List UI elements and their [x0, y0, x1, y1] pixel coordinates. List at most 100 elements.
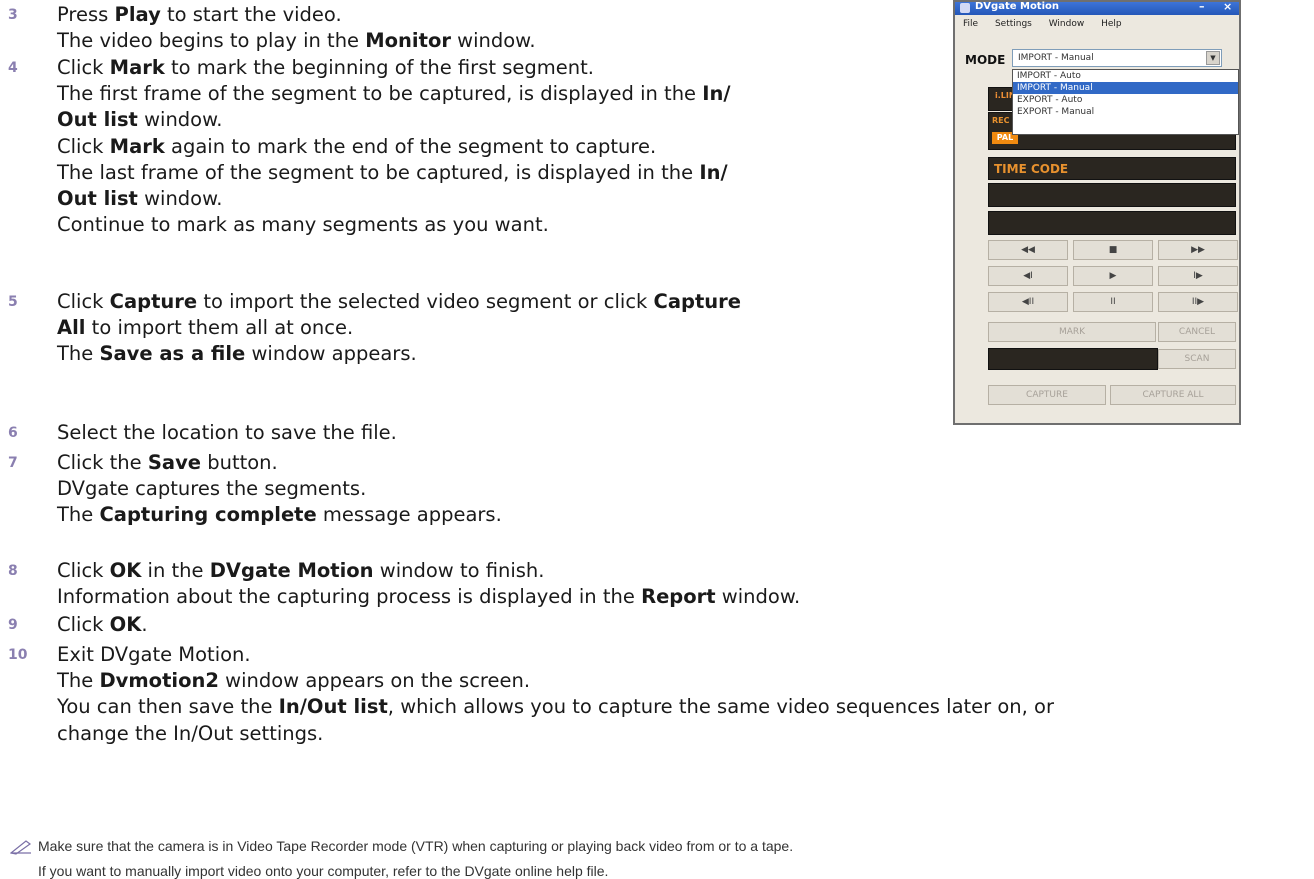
step-line: Select the location to save the file. [57, 420, 397, 446]
step-line: The Dvmotion2 window appears on the scre… [57, 668, 1054, 694]
prev-frame-icon[interactable]: ◀I [988, 266, 1068, 286]
step-line: Press Play to start the video. [57, 2, 536, 28]
step-text-run: Click [57, 134, 110, 158]
menubar: File Settings Window Help [963, 19, 1136, 29]
step-line: Out list window. [57, 107, 731, 133]
step-line: The Save as a file window appears. [57, 341, 741, 367]
ui-term: Dvmotion2 [99, 669, 219, 693]
step-text-run: The [57, 503, 100, 527]
step-text-run: to import them all at once. [85, 316, 354, 340]
step-number: 9 [8, 617, 18, 633]
step-text: Select the location to save the file. [57, 420, 397, 446]
ui-term: Capture [653, 290, 742, 313]
ui-term: All [57, 316, 86, 340]
scan-display [988, 348, 1158, 370]
step-text: Exit DVgate Motion. The Dvmotion2 window … [57, 642, 1054, 747]
step-text-run: DVgate captures the segments. [57, 477, 367, 501]
step-text-run: window. [715, 585, 801, 609]
timecode-label: TIME CODE [994, 162, 1069, 176]
step-text-run: Continue to mark as many segments as you… [57, 213, 549, 237]
slow-reverse-icon[interactable]: ◀II [988, 292, 1068, 312]
step-text-run: to start the video. [160, 3, 342, 26]
step-text-run: Information about the capturing process … [57, 585, 642, 609]
step-line: Click the Save button. [57, 450, 502, 476]
ui-term: Report [641, 585, 716, 609]
step-line: The last frame of the segment to be capt… [57, 160, 731, 186]
mark-button[interactable]: MARK [988, 322, 1156, 342]
step-text-run: Click [57, 613, 110, 636]
step-text: Click Mark to mark the beginning of the … [57, 55, 731, 238]
ui-term: Capture [109, 290, 198, 313]
ui-term: In/Out list [278, 695, 388, 719]
ui-term: Save [147, 451, 202, 474]
capture-all-button[interactable]: CAPTURE ALL [1110, 385, 1236, 405]
mode-select[interactable]: IMPORT - Manual ▼ [1012, 49, 1222, 67]
step-text-run: , which allows you to capture the same v… [387, 695, 1055, 719]
rewind-icon[interactable]: ◀◀ [988, 240, 1068, 260]
mode-option[interactable]: EXPORT - Manual [1013, 106, 1238, 118]
step-text-run: Click [57, 56, 110, 79]
pause-icon[interactable]: II [1073, 292, 1153, 312]
step-line: Exit DVgate Motion. [57, 642, 1054, 668]
step-line: You can then save the In/Out list, which… [57, 694, 1054, 720]
display-panel-1 [988, 183, 1236, 207]
step-text-run: window appears. [245, 342, 417, 366]
step-text-run: to import the selected video segment or … [197, 290, 654, 313]
note-pencil-icon [10, 840, 32, 855]
mode-option[interactable]: IMPORT - Auto [1013, 70, 1238, 82]
mode-option[interactable]: IMPORT - Manual [1013, 82, 1238, 94]
step-text-run: The last frame of the segment to be capt… [57, 160, 700, 184]
step-text: Click the Save button. DVgate captures th… [57, 450, 502, 529]
capture-button[interactable]: CAPTURE [988, 385, 1106, 405]
step-text-run: window. [450, 29, 536, 53]
ui-term: DVgate Motion [209, 559, 374, 582]
ui-term: Mark [109, 134, 165, 158]
step-text-run: window appears on the screen. [218, 669, 531, 693]
step-line: The Capturing complete message appears. [57, 502, 502, 528]
fast-forward-icon[interactable]: ▶▶ [1158, 240, 1238, 260]
step-text-run: change the In/Out settings. [57, 721, 324, 745]
ui-term: In/ [699, 160, 728, 184]
step-line: Click OK in the DVgate Motion window to … [57, 558, 800, 584]
menu-settings[interactable]: Settings [995, 19, 1032, 29]
step-text-run: message appears. [316, 503, 502, 527]
step-text-run: Select the location to save the file. [57, 421, 397, 444]
mode-option[interactable]: EXPORT - Auto [1013, 94, 1238, 106]
step-line: DVgate captures the segments. [57, 476, 502, 502]
step-text: Click Capture to import the selected vid… [57, 289, 741, 368]
chevron-down-icon[interactable]: ▼ [1206, 51, 1220, 65]
minimize-icon[interactable]: – [1199, 0, 1205, 13]
step-text-run: window to finish. [373, 559, 545, 582]
display-panel-2 [988, 211, 1236, 235]
ui-term: Out list [57, 187, 138, 211]
step-text: Click OK in the DVgate Motion window to … [57, 558, 800, 610]
stop-icon[interactable]: ■ [1073, 240, 1153, 260]
close-icon[interactable]: × [1223, 0, 1232, 13]
step-number: 5 [8, 294, 18, 310]
step-text-run: The video begins to play in the [57, 29, 366, 53]
window-titlebar: DVgate Motion – × [955, 0, 1239, 15]
window-title: DVgate Motion [975, 1, 1060, 12]
step-text-run: You can then save the [57, 695, 279, 719]
cancel-button[interactable]: CANCEL [1158, 322, 1236, 342]
step-number: 4 [8, 60, 18, 76]
step-line: Out list window. [57, 186, 731, 212]
step-text-run: window. [137, 187, 223, 211]
step-number: 6 [8, 425, 18, 441]
menu-window[interactable]: Window [1049, 19, 1085, 29]
step-text-run: Click [57, 290, 110, 313]
timecode-display: TIME CODE [988, 157, 1236, 180]
step-text-run: The [57, 669, 100, 693]
ui-term: In/ [702, 82, 731, 106]
next-frame-icon[interactable]: I▶ [1158, 266, 1238, 286]
step-text-run: . [141, 613, 148, 636]
step-line: Click Mark to mark the beginning of the … [57, 55, 731, 81]
step-text-run: to mark the beginning of the first segme… [164, 56, 594, 79]
ui-term: Save as a file [99, 342, 246, 366]
play-icon[interactable]: ▶ [1073, 266, 1153, 286]
menu-file[interactable]: File [963, 19, 978, 29]
slow-forward-icon[interactable]: II▶ [1158, 292, 1238, 312]
menu-help[interactable]: Help [1101, 19, 1122, 29]
mode-select-value: IMPORT - Manual [1018, 53, 1094, 63]
scan-button[interactable]: SCAN [1158, 349, 1236, 369]
